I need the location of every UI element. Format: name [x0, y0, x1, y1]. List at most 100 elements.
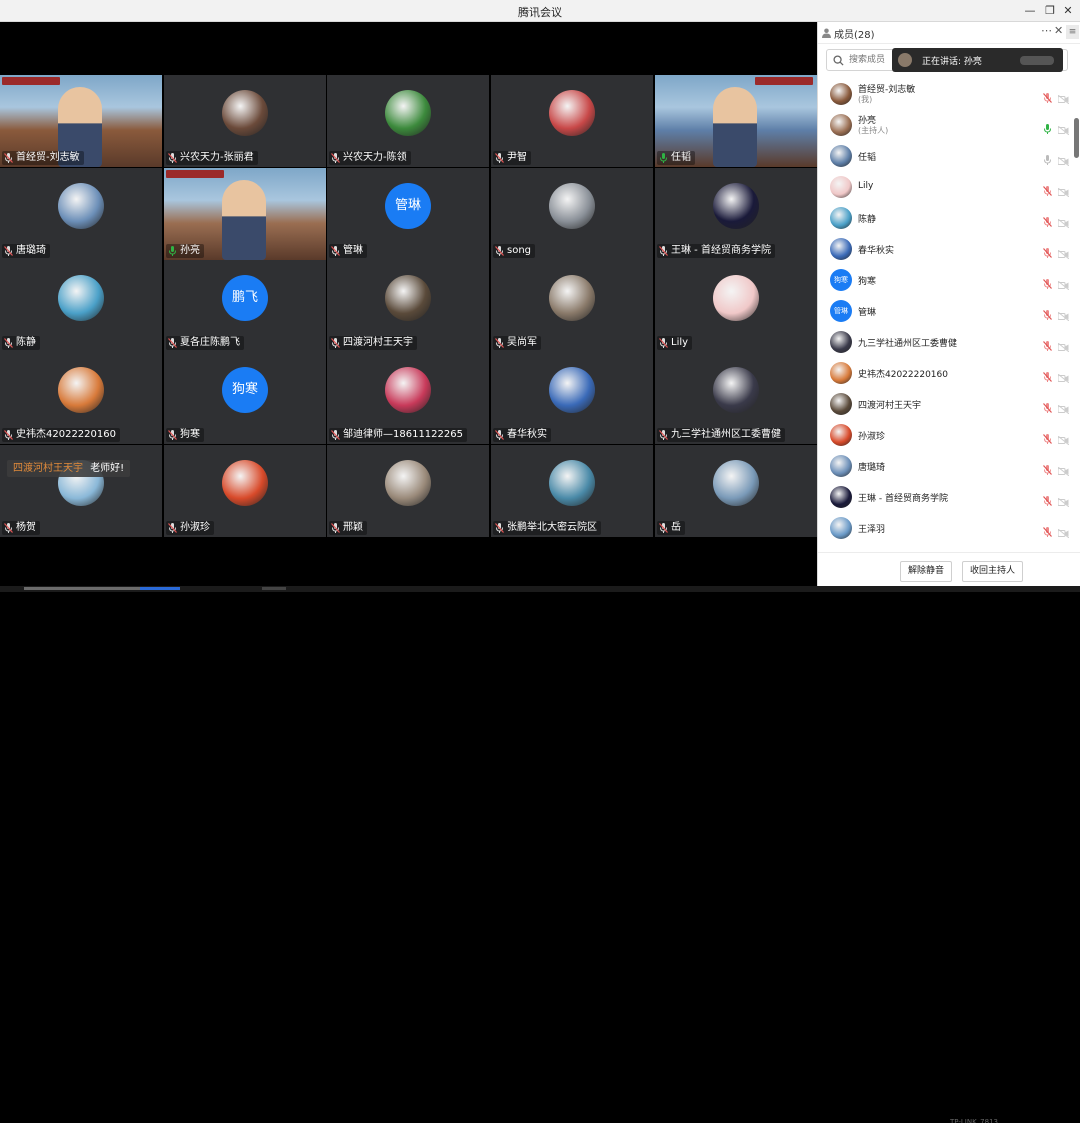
- member-camera-icon[interactable]: [1057, 337, 1070, 353]
- participant-tile[interactable]: 杨贺: [0, 445, 162, 537]
- member-row[interactable]: 春华秋实: [818, 233, 1070, 264]
- participant-tile[interactable]: 狗寒 狗寒: [164, 352, 326, 444]
- member-mic-icon[interactable]: [1043, 150, 1052, 165]
- members-panel-header: 成员(28) ⋯ ✕ ≡: [818, 22, 1080, 44]
- participant-tile[interactable]: 孙淑珍: [164, 445, 326, 537]
- member-mic-icon[interactable]: [1043, 491, 1052, 506]
- member-row[interactable]: 孙淑珍: [818, 419, 1070, 450]
- member-camera-icon[interactable]: [1057, 151, 1070, 167]
- member-camera-icon[interactable]: [1057, 368, 1070, 384]
- member-camera-icon[interactable]: [1057, 492, 1070, 508]
- mic-icon: [495, 338, 504, 348]
- member-camera-icon[interactable]: [1057, 523, 1070, 539]
- member-name: 九三学社通州区工委曹健: [858, 339, 958, 349]
- participant-tile[interactable]: 邹迪律师—18611122265: [327, 352, 489, 444]
- member-row[interactable]: 狗寒 狗寒: [818, 264, 1070, 295]
- member-mic-icon[interactable]: [1043, 119, 1052, 134]
- member-avatar: 管琳: [830, 300, 852, 322]
- unmute-all-button[interactable]: 解除静音: [900, 561, 953, 582]
- member-row[interactable]: 任韬: [818, 140, 1070, 171]
- member-name: 四渡河村王天宇: [858, 401, 922, 411]
- member-camera-icon[interactable]: [1057, 244, 1070, 260]
- participant-tile[interactable]: 尹智: [491, 75, 653, 167]
- member-camera-icon[interactable]: [1057, 120, 1070, 136]
- member-row[interactable]: 孙亮 (主持人): [818, 109, 1070, 140]
- participant-tile[interactable]: 陈静: [0, 260, 162, 352]
- minimize-icon[interactable]: —: [1022, 3, 1038, 19]
- panel-menu-icon[interactable]: ≡: [1066, 25, 1079, 39]
- member-row[interactable]: Lily: [818, 171, 1070, 202]
- participant-tile[interactable]: 鹏飞 夏各庄陈鹏飞: [164, 260, 326, 352]
- participant-tile[interactable]: Lily: [655, 260, 817, 352]
- participant-avatar: [222, 90, 268, 136]
- member-mic-icon[interactable]: [1043, 88, 1052, 103]
- member-camera-icon[interactable]: [1057, 430, 1070, 446]
- participant-tile[interactable]: 张鹏举北大密云院区: [491, 445, 653, 537]
- participant-name: 史祎杰42022220160: [2, 428, 120, 442]
- participant-tile[interactable]: song: [491, 168, 653, 260]
- participant-tile[interactable]: 四渡河村王天宇: [327, 260, 489, 352]
- member-camera-icon[interactable]: [1057, 275, 1070, 291]
- participant-name-text: 岳: [671, 522, 681, 533]
- participant-tile[interactable]: 唐璐琦: [0, 168, 162, 260]
- participant-name: 孙亮: [166, 244, 204, 258]
- member-row[interactable]: 管琳 管琳: [818, 295, 1070, 326]
- member-camera-icon[interactable]: [1057, 461, 1070, 477]
- participant-tile[interactable]: 首经贸-刘志敏: [0, 75, 162, 167]
- member-mic-icon[interactable]: [1043, 460, 1052, 475]
- close-icon[interactable]: ✕: [1060, 3, 1076, 19]
- member-mic-icon[interactable]: [1043, 522, 1052, 537]
- member-row[interactable]: 王琳 - 首经贸商务学院: [818, 481, 1070, 512]
- participant-tile[interactable]: 春华秋实: [491, 352, 653, 444]
- participant-tile[interactable]: 邢颖: [327, 445, 489, 537]
- member-mic-icon[interactable]: [1043, 367, 1052, 382]
- member-camera-icon[interactable]: [1057, 399, 1070, 415]
- participant-avatar: [385, 460, 431, 506]
- member-avatar: [830, 517, 852, 539]
- participant-tile[interactable]: 管琳 管琳: [327, 168, 489, 260]
- participant-tile[interactable]: 九三学社通州区工委曹健: [655, 352, 817, 444]
- participant-tile[interactable]: 吴尚军: [491, 260, 653, 352]
- participant-tile[interactable]: 兴农天力-陈领: [327, 75, 489, 167]
- participant-avatar: [58, 183, 104, 229]
- member-row[interactable]: 王泽羽: [818, 512, 1070, 543]
- member-mic-icon[interactable]: [1043, 305, 1052, 320]
- member-mic-icon[interactable]: [1043, 243, 1052, 258]
- participant-name: 首经贸-刘志敏: [2, 151, 84, 165]
- member-row[interactable]: 首经贸-刘志敏 (我): [818, 78, 1070, 109]
- reclaim-host-button[interactable]: 收回主持人: [962, 561, 1024, 582]
- member-camera-icon[interactable]: [1057, 89, 1070, 105]
- close-panel-icon[interactable]: ✕: [1054, 24, 1063, 37]
- member-list[interactable]: 首经贸-刘志敏 (我) 孙亮 (主持人) 任韬 Lily 陈静 春华秋实 狗寒 狗寒 管琳 管琳九三学…: [818, 78, 1080, 558]
- video-person: [713, 87, 757, 167]
- member-list-scrollbar[interactable]: [1074, 118, 1079, 158]
- participant-tile[interactable]: 王琳 - 首经贸商务学院: [655, 168, 817, 260]
- member-mic-icon[interactable]: [1043, 274, 1052, 289]
- member-camera-icon[interactable]: [1057, 182, 1070, 198]
- member-row[interactable]: 史祎杰42022220160: [818, 357, 1070, 388]
- member-camera-icon[interactable]: [1057, 306, 1070, 322]
- member-mic-icon[interactable]: [1043, 336, 1052, 351]
- member-mic-icon[interactable]: [1043, 181, 1052, 196]
- member-row[interactable]: 四渡河村王天宇: [818, 388, 1070, 419]
- member-row[interactable]: 九三学社通州区工委曹健: [818, 326, 1070, 357]
- participant-tile[interactable]: 岳: [655, 445, 817, 537]
- participant-tile[interactable]: 任韬: [655, 75, 817, 167]
- participant-tile[interactable]: 兴农天力-张丽君: [164, 75, 326, 167]
- participant-name-text: 王琳 - 首经贸商务学院: [671, 245, 771, 256]
- member-row[interactable]: 陈静: [818, 202, 1070, 233]
- member-row[interactable]: 唐璐琦: [818, 450, 1070, 481]
- participant-tile[interactable]: 史祎杰42022220160: [0, 352, 162, 444]
- more-options-icon[interactable]: ⋯: [1041, 24, 1052, 37]
- mic-icon: [168, 153, 177, 163]
- participant-name-text: 唐璐琦: [16, 245, 46, 256]
- members-title: 成员(28): [834, 30, 875, 41]
- mic-icon: [4, 246, 13, 256]
- member-mic-icon[interactable]: [1043, 429, 1052, 444]
- member-mic-icon[interactable]: [1043, 212, 1052, 227]
- participant-name-text: 狗寒: [180, 429, 200, 440]
- participant-tile[interactable]: 孙亮: [164, 168, 326, 260]
- member-camera-icon[interactable]: [1057, 213, 1070, 229]
- member-mic-icon[interactable]: [1043, 398, 1052, 413]
- restore-icon[interactable]: ❐: [1042, 3, 1058, 19]
